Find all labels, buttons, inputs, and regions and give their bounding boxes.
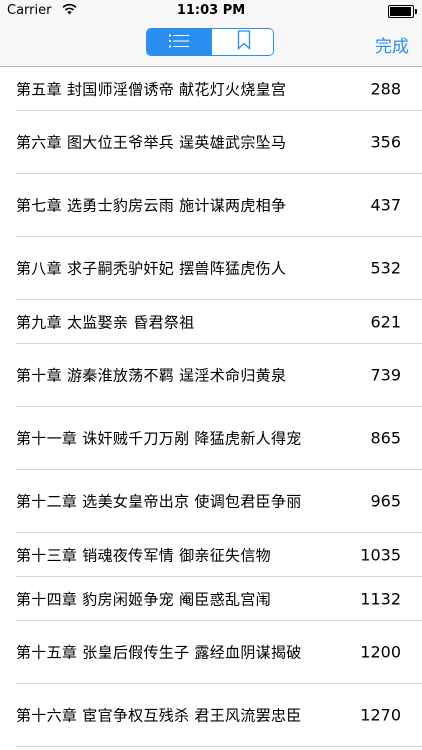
segment-contents[interactable] [147, 29, 211, 55]
chapter-title: 第七章 选勇士豹房云雨 施计谋两虎相争 [16, 196, 287, 215]
chapter-row[interactable]: 第五章 封国师淫僧诱帝 献花灯火烧皇宫 288 [16, 67, 422, 111]
navigation-bar: 完成 [0, 22, 422, 67]
chapter-list: 第五章 封国师淫僧诱帝 献花灯火烧皇宫 288 第六章 图大位王爷举兵 逞英雄武… [0, 67, 422, 747]
clock: 11:03 PM [176, 3, 246, 18]
chapter-row[interactable]: 第八章 求子嗣秃驴奸妃 摆兽阵猛虎伤人 532 [16, 237, 422, 300]
done-button[interactable]: 完成 [375, 32, 409, 57]
chapter-row[interactable]: 第九章 太监娶亲 昏君祭祖 621 [16, 300, 422, 344]
chapter-title: 第十章 游秦淮放荡不羁 逞淫术命归黄泉 [16, 366, 287, 385]
chapter-page: 288 [370, 79, 401, 98]
battery-icon [388, 5, 417, 18]
list-icon [169, 33, 189, 52]
chapter-page: 621 [370, 312, 401, 331]
chapter-row[interactable]: 第十五章 张皇后假传生子 露经血阴谋揭破 1200 [16, 621, 422, 684]
segment-bookmarks[interactable] [211, 29, 273, 55]
chapter-row[interactable]: 第十六章 宦官争权互残杀 君王风流罢忠臣 1270 [16, 684, 422, 747]
chapter-page: 437 [370, 195, 401, 215]
chapter-title: 第十二章 选美女皇帝出京 使调包君臣争丽 [16, 492, 302, 511]
bookmark-icon [237, 30, 251, 54]
chapter-row[interactable]: 第十章 游秦淮放荡不羁 逞淫术命归黄泉 739 [16, 344, 422, 407]
chapter-title: 第五章 封国师淫僧诱帝 献花灯火烧皇宫 [16, 80, 287, 98]
view-segmented-control[interactable] [146, 28, 274, 56]
chapter-page: 356 [370, 132, 401, 152]
chapter-title: 第十五章 张皇后假传生子 露经血阴谋揭破 [16, 643, 302, 662]
chapter-row[interactable]: 第十四章 豹房闲姬争宠 阉臣惑乱宫闱 1132 [16, 577, 422, 621]
chapter-page: 739 [370, 365, 401, 385]
chapter-page: 865 [370, 428, 401, 448]
chapter-row[interactable]: 第十一章 诛奸贼千刀万剐 降猛虎新人得宠 865 [16, 407, 422, 470]
chapter-page: 1132 [360, 589, 401, 608]
chapter-row[interactable]: 第十二章 选美女皇帝出京 使调包君臣争丽 965 [16, 470, 422, 533]
chapter-page: 1270 [360, 705, 401, 725]
chapter-title: 第十六章 宦官争权互残杀 君王风流罢忠臣 [16, 706, 302, 725]
chapter-row[interactable]: 第六章 图大位王爷举兵 逞英雄武宗坠马 356 [16, 111, 422, 174]
chapter-page: 965 [370, 491, 401, 511]
chapter-title: 第十一章 诛奸贼千刀万剐 降猛虎新人得宠 [16, 429, 302, 448]
chapter-title: 第六章 图大位王爷举兵 逞英雄武宗坠马 [16, 133, 287, 152]
chapter-page: 1200 [360, 642, 401, 662]
chapter-title: 第九章 太监娶亲 昏君祭祖 [16, 313, 195, 331]
chapter-title: 第八章 求子嗣秃驴奸妃 摆兽阵猛虎伤人 [16, 259, 287, 278]
battery-fill [390, 7, 411, 16]
chapter-title: 第十三章 销魂夜传军情 御亲征失信物 [16, 546, 271, 564]
chapter-row[interactable]: 第七章 选勇士豹房云雨 施计谋两虎相争 437 [16, 174, 422, 237]
chapter-page: 532 [370, 258, 401, 278]
status-bar: Carrier 11:03 PM [0, 0, 422, 22]
chapter-page: 1035 [360, 545, 401, 564]
chapter-row[interactable]: 第十三章 销魂夜传军情 御亲征失信物 1035 [16, 533, 422, 577]
chapter-title: 第十四章 豹房闲姬争宠 阉臣惑乱宫闱 [16, 590, 271, 608]
